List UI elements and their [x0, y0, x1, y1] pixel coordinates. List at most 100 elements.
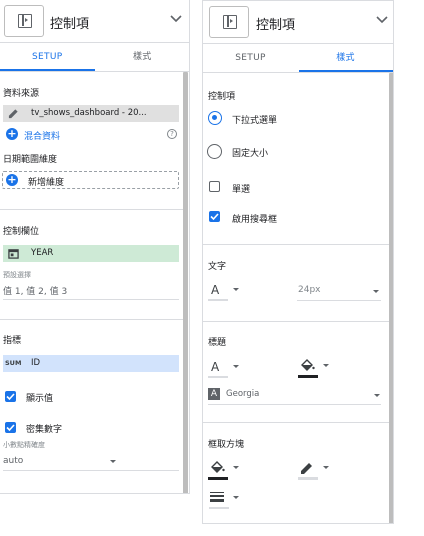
- font-family-value: Georgia: [226, 389, 260, 399]
- line-weight-icon: [210, 492, 224, 502]
- font-color-icon: A: [211, 360, 220, 374]
- control-field-chip[interactable]: YEAR: [3, 245, 179, 262]
- panel-header: 控制項: [0, 0, 189, 42]
- enable-search-label: 啟用搜尋框: [232, 215, 278, 225]
- dropdown-radio[interactable]: [208, 111, 222, 125]
- panel-title: 控制項: [256, 18, 296, 33]
- enable-search-checkbox[interactable]: [209, 211, 220, 222]
- border-color-picker[interactable]: [298, 460, 330, 482]
- fill-bucket-icon: [211, 461, 225, 473]
- font-size-value: 24px: [298, 285, 321, 295]
- section-divider: [203, 321, 389, 322]
- add-dimension-label: 新增維度: [28, 178, 65, 188]
- decimal-precision-label: 小數點精確度: [3, 441, 45, 449]
- setup-panel: 控制項 SETUP 樣式 資料來源 tv_shows_dashboard - 2…: [0, 0, 190, 494]
- label-fill-color-picker[interactable]: [298, 358, 330, 380]
- input-underline: [3, 470, 179, 471]
- border-weight-picker[interactable]: [209, 489, 241, 511]
- text-color-picker[interactable]: A: [208, 281, 240, 303]
- default-selection-label: 預設選擇: [3, 271, 31, 279]
- calendar-icon: [8, 249, 19, 259]
- show-values-checkbox[interactable]: [5, 391, 16, 402]
- pencil-icon: [301, 463, 312, 474]
- font-family-icon: A: [208, 388, 220, 400]
- input-underline: [3, 299, 179, 300]
- chevron-down-icon[interactable]: [170, 14, 182, 23]
- blend-data-link[interactable]: 混合資料: [24, 129, 60, 142]
- panel-title: 控制項: [50, 17, 90, 32]
- caret-down-icon: [373, 290, 379, 293]
- control-style-title: 控制項: [208, 92, 236, 102]
- background-color-picker[interactable]: [208, 460, 240, 482]
- add-circle-icon: +: [6, 173, 18, 186]
- tab-style[interactable]: 樣式: [298, 44, 393, 73]
- color-swatch: [209, 507, 229, 509]
- input-underline: [297, 300, 381, 301]
- active-tab-indicator: [299, 70, 393, 72]
- add-circle-icon[interactable]: +: [6, 128, 18, 140]
- color-swatch: [208, 299, 228, 301]
- label-font-family-dropdown[interactable]: A Georgia: [208, 387, 380, 403]
- section-divider: [0, 319, 183, 320]
- date-range-title: 日期範圍維度: [3, 155, 58, 165]
- chevron-down-icon[interactable]: [376, 15, 388, 24]
- decimal-precision-dropdown[interactable]: auto: [3, 454, 121, 470]
- caret-down-icon: [233, 496, 239, 499]
- decimal-precision-value: auto: [3, 456, 24, 466]
- data-source-name: tv_shows_dashboard - 20...: [31, 108, 147, 118]
- tab-bar: SETUP 樣式: [0, 42, 189, 72]
- tab-style[interactable]: 樣式: [95, 43, 189, 72]
- tab-setup[interactable]: SETUP: [203, 44, 298, 73]
- tab-setup[interactable]: SETUP: [0, 43, 95, 72]
- show-values-label: 顯示值: [26, 394, 54, 404]
- metric-title: 指標: [3, 336, 22, 346]
- color-swatch: [298, 477, 318, 480]
- check-icon: [210, 213, 219, 221]
- active-tab-indicator: [0, 69, 95, 71]
- font-size-dropdown[interactable]: 24px: [297, 283, 381, 299]
- font-color-icon: A: [211, 283, 220, 297]
- color-swatch: [298, 375, 318, 378]
- text-style-title: 文字: [208, 262, 227, 272]
- style-panel: 控制項 SETUP 樣式 控制項 下拉式選單 固定大小 單選 啟用搜尋框 文字 …: [202, 0, 394, 524]
- control-field-title: 控制欄位: [3, 227, 40, 237]
- caret-down-icon: [323, 466, 329, 469]
- check-icon: [6, 424, 15, 432]
- dropdown-option-label: 下拉式選單: [232, 116, 278, 126]
- help-icon[interactable]: ?: [167, 129, 177, 139]
- section-divider: [0, 209, 183, 210]
- dropdown-control-icon: [18, 14, 32, 28]
- control-type-button[interactable]: [209, 6, 249, 38]
- label-style-title: 標題: [208, 338, 227, 348]
- edit-pencil-icon[interactable]: [8, 108, 19, 119]
- tab-bar: SETUP 樣式: [203, 43, 393, 73]
- data-source-title: 資料來源: [3, 89, 40, 99]
- caret-down-icon: [374, 394, 380, 397]
- metric-chip[interactable]: SUM ID: [3, 355, 179, 372]
- scrollbar[interactable]: [183, 72, 188, 493]
- default-selection-value[interactable]: 值 1, 值 2, 值 3: [3, 284, 67, 297]
- input-underline: [208, 404, 381, 405]
- dropdown-control-icon: [223, 15, 237, 29]
- metric-field-name: ID: [31, 358, 41, 368]
- data-source-chip[interactable]: tv_shows_dashboard - 20...: [3, 105, 179, 122]
- caret-down-icon: [323, 364, 329, 367]
- color-swatch: [208, 477, 228, 480]
- control-type-button[interactable]: [4, 5, 44, 37]
- compact-numbers-checkbox[interactable]: [5, 422, 16, 433]
- fixed-size-radio[interactable]: [207, 144, 222, 159]
- section-divider: [203, 422, 389, 423]
- section-divider: [203, 244, 389, 245]
- add-dimension-box[interactable]: + 新增維度: [2, 171, 179, 189]
- single-select-label: 單選: [232, 185, 251, 195]
- panel-header: 控制項: [203, 1, 393, 43]
- fixed-size-label: 固定大小: [232, 149, 269, 159]
- fill-bucket-icon: [301, 359, 315, 371]
- caret-down-icon: [233, 288, 239, 291]
- label-color-picker[interactable]: A: [208, 358, 240, 380]
- scrollbar[interactable]: [389, 73, 393, 523]
- control-field-name: YEAR: [31, 248, 54, 258]
- single-select-checkbox[interactable]: [209, 181, 220, 192]
- caret-down-icon: [110, 460, 116, 463]
- border-style-title: 框取方塊: [208, 440, 245, 450]
